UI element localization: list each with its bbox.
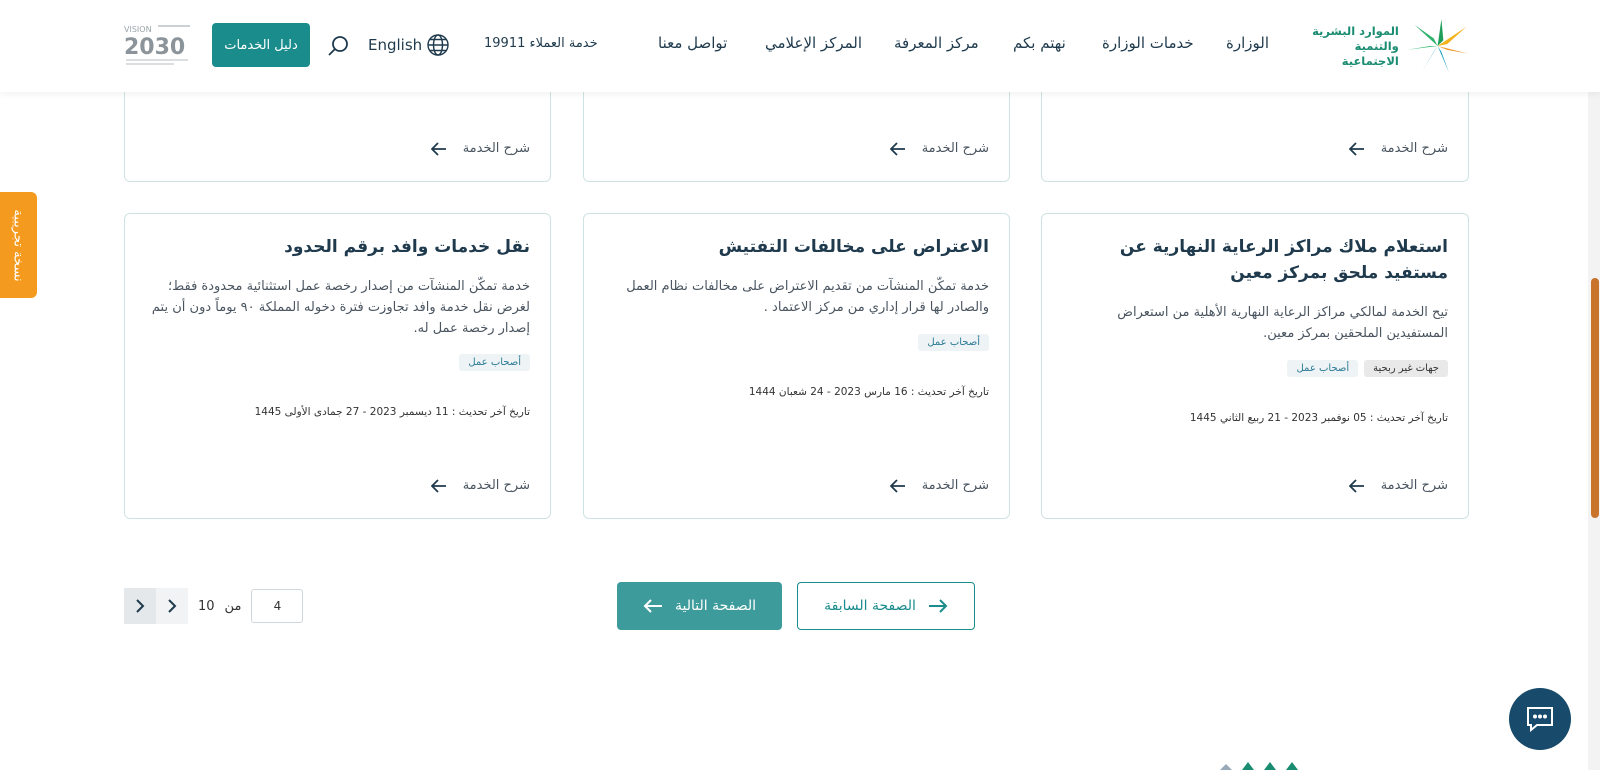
service-tags: أصحاب عمل (918, 334, 989, 351)
service-tags: جهات غير ربحية أصحاب عمل (1287, 360, 1448, 377)
nav-ministry-services[interactable]: خدمات الوزارة (1102, 34, 1194, 52)
service-title[interactable]: الاعتراض على مخالفات التفتيش (604, 234, 989, 260)
vision-year: 2030 (124, 35, 185, 60)
explain-service-link[interactable]: شرح الخدمة (1348, 478, 1448, 493)
page-navigator: 10 من (124, 588, 304, 624)
tag-employers: أصحاب عمل (1287, 360, 1359, 377)
pager-forward-button[interactable] (124, 588, 156, 624)
pager-next-button[interactable] (156, 588, 188, 624)
arrow-left-icon (430, 141, 446, 156)
nav-we-care[interactable]: نهتم بكم (1013, 34, 1066, 52)
last-updated: تاريخ آخر تحديث : 11 ديسمبر 2023 - 27 جم… (254, 406, 530, 418)
previous-page-button[interactable]: الصفحة السابقة (797, 582, 975, 630)
explain-service-link[interactable]: شرح الخدمة (1348, 141, 1448, 156)
arrow-left-icon (1348, 478, 1364, 493)
language-switcher[interactable]: English (368, 30, 450, 60)
explain-service-link[interactable]: شرح الخدمة (889, 478, 989, 493)
explain-service-label: شرح الخدمة (1380, 141, 1448, 156)
arrow-left-icon (643, 599, 662, 613)
nav-contact-us[interactable]: تواصل معنا (658, 34, 727, 52)
globe-icon (427, 34, 449, 56)
chevron-right-icon (136, 599, 145, 613)
vision-label: VISION (124, 25, 152, 34)
ministry-name-line2: والتنمية الاجتماعية (1341, 38, 1399, 68)
ministry-logo-icon (1406, 19, 1469, 73)
vision-2030-logo: VISION 2030 (124, 25, 190, 65)
service-description: خدمة تمكّن المنشآت من تقديم الاعتراض على… (626, 279, 989, 315)
beta-version-tab[interactable]: نسخة تجريبية (0, 192, 37, 298)
service-card: شرح الخدمة (124, 80, 551, 182)
service-title[interactable]: نقل خدمات وافد برقم الحدود (145, 234, 530, 260)
customer-service-hotline[interactable]: خدمة العملاء 19911 (484, 36, 598, 51)
arrow-left-icon (1348, 141, 1364, 156)
explain-service-link[interactable]: شرح الخدمة (430, 478, 530, 493)
scrollbar-thumb[interactable] (1591, 278, 1599, 518)
tag-employers: أصحاب عمل (918, 334, 989, 351)
arrow-left-icon (889, 478, 905, 493)
arrow-right-icon (928, 599, 948, 613)
service-description: خدمة تمكّن المنشآت من إصدار رخصة عمل است… (151, 279, 530, 336)
page-count: 10 من (198, 599, 241, 614)
chat-button[interactable] (1509, 688, 1571, 750)
explain-service-label: شرح الخدمة (1380, 478, 1448, 493)
explain-service-label: شرح الخدمة (462, 478, 530, 493)
nav-media-center[interactable]: المركز الإعلامي (765, 34, 862, 52)
arrow-left-icon (889, 141, 905, 156)
language-label: English (368, 36, 423, 54)
explain-service-link[interactable]: شرح الخدمة (430, 141, 530, 156)
arrow-left-icon (430, 478, 446, 493)
next-page-label: الصفحة التالية (675, 598, 757, 614)
page-number-input[interactable] (251, 589, 304, 623)
service-title[interactable]: استعلام ملاك مراكز الرعاية النهارية عن م… (1062, 234, 1448, 286)
nav-knowledge-center[interactable]: مركز المعرفة (894, 34, 979, 52)
search-icon[interactable] (326, 33, 352, 59)
total-pages: 10 (198, 598, 215, 614)
nav-ministry[interactable]: الوزارة (1226, 34, 1269, 52)
service-tags: أصحاب عمل (459, 354, 530, 371)
service-card: شرح الخدمة (583, 80, 1010, 182)
service-card[interactable]: استعلام ملاك مراكز الرعاية النهارية عن م… (1041, 213, 1469, 519)
explain-service-label: شرح الخدمة (462, 141, 530, 156)
previous-page-label: الصفحة السابقة (824, 598, 916, 614)
beta-version-label: نسخة تجريبية (11, 208, 27, 282)
service-card[interactable]: الاعتراض على مخالفات التفتيش خدمة تمكّن … (583, 213, 1010, 519)
service-description: تيح الخدمة لمالكي مراكز الرعاية النهارية… (1117, 305, 1448, 341)
last-updated: تاريخ آخر تحديث : 16 مارس 2023 - 24 شعبا… (748, 386, 989, 398)
explain-service-label: شرح الخدمة (921, 141, 989, 156)
explain-service-link[interactable]: شرح الخدمة (889, 141, 989, 156)
services-guide-button[interactable]: دليل الخدمات (212, 23, 310, 67)
last-updated: تاريخ آخر تحديث : 05 نوفمبر 2023 - 21 رب… (1189, 412, 1448, 424)
explain-service-label: شرح الخدمة (921, 478, 989, 493)
service-card: شرح الخدمة (1041, 80, 1469, 182)
chevron-right-icon (168, 599, 177, 613)
footer-decoration (1220, 762, 1298, 770)
site-header: الموارد البشرية والتنمية الاجتماعية الوز… (0, 0, 1600, 92)
of-label: من (224, 598, 242, 614)
tag-non-profit: جهات غير ربحية (1364, 360, 1448, 377)
next-page-button[interactable]: الصفحة التالية (617, 582, 782, 630)
ministry-name: الموارد البشرية والتنمية الاجتماعية (1298, 24, 1399, 69)
chat-icon (1527, 707, 1553, 733)
service-card[interactable]: نقل خدمات وافد برقم الحدود خدمة تمكّن ال… (124, 213, 551, 519)
ministry-logo[interactable]: الموارد البشرية والتنمية الاجتماعية (1298, 16, 1470, 76)
ministry-name-line1: الموارد البشرية (1312, 23, 1399, 38)
tag-employers: أصحاب عمل (459, 354, 530, 371)
